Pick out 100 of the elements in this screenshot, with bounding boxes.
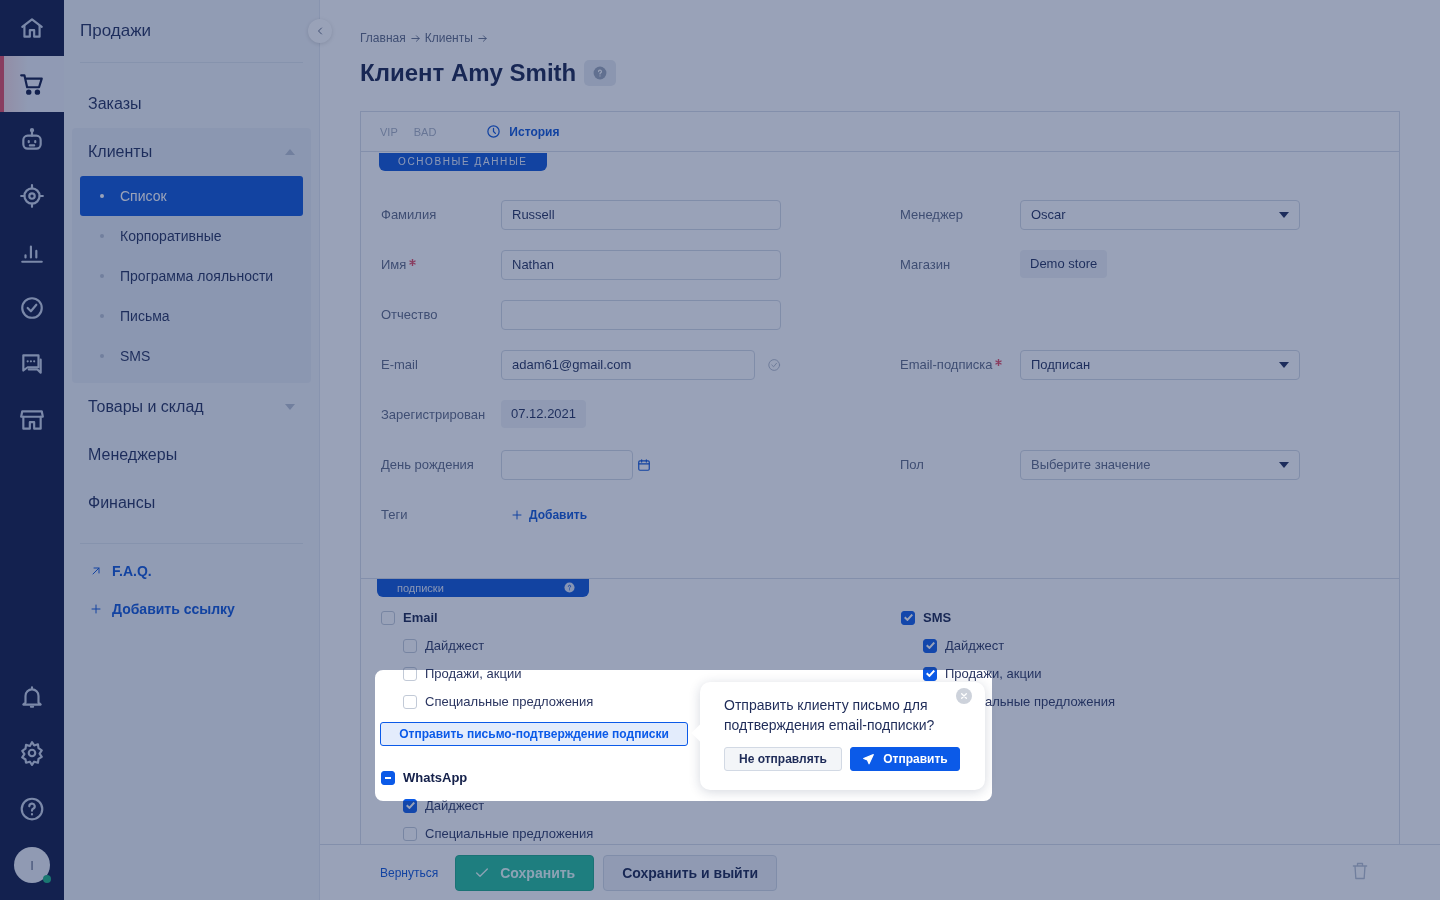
page-title: Клиент Amy Smith — [360, 58, 577, 88]
section-tab[interactable]: ОСНОВНЫЕ ДАННЫЕ — [379, 152, 547, 171]
checkbox-label: Продажи, акции — [945, 666, 1042, 681]
text-field[interactable]: Nathan — [501, 249, 781, 280]
field-label: Теги — [381, 505, 408, 524]
checkmark-icon — [925, 670, 935, 677]
checkmark-icon — [925, 642, 935, 649]
verified-check-icon — [766, 356, 781, 373]
section-tab[interactable]: подписки — [377, 578, 589, 597]
date-field[interactable] — [501, 449, 633, 480]
menu-item-label: Товары и склад — [88, 398, 204, 416]
clock-icon — [486, 124, 502, 139]
caret-down-icon — [1279, 461, 1289, 468]
help-icon — [593, 66, 608, 80]
field-label: Магазин — [900, 255, 951, 274]
checkmark-icon — [405, 802, 415, 809]
email-field[interactable]: adam61@gmail.com — [501, 349, 755, 380]
checkbox-label: WhatsApp — [403, 770, 468, 785]
bell-icon — [19, 684, 45, 710]
select-field[interactable]: Выберите значение — [1020, 449, 1300, 480]
field-label: E-mail — [381, 355, 418, 374]
field-label: Email-подписка — [900, 355, 993, 374]
checkbox-label: Продажи, акции — [425, 666, 522, 681]
checkmark-icon — [903, 614, 913, 621]
sidebar-link[interactable]: Добавить ссылку — [64, 590, 319, 628]
field-label: Имя — [381, 255, 407, 274]
robot-icon — [19, 127, 45, 153]
submenu-item[interactable]: Программа лояльности — [80, 256, 303, 296]
required-icon — [409, 258, 417, 266]
read-only-value: 07.12.2021 — [501, 399, 587, 428]
cancel-button[interactable]: Не отправлять — [724, 747, 842, 771]
popover-text: Отправить клиенту письмо для подтверждения email-подписки? — [724, 696, 936, 735]
calendar-icon — [637, 457, 651, 472]
menu-item[interactable]: Товары и склад — [64, 383, 319, 431]
send-icon — [862, 752, 876, 766]
submenu-item[interactable]: SMS — [80, 336, 303, 376]
caret-up-icon — [285, 149, 295, 155]
submenu-item[interactable]: Список — [80, 176, 303, 216]
menu-item-label: Добавить ссылку — [112, 601, 235, 617]
help-icon — [19, 796, 45, 822]
breadcrumb-link[interactable]: Клиенты — [424, 31, 473, 45]
breadcrumb-link[interactable]: Главная — [360, 31, 406, 45]
cart-nav-button[interactable] — [0, 56, 64, 112]
checkbox[interactable] — [901, 610, 915, 625]
checkbox[interactable] — [403, 798, 417, 813]
select-field[interactable]: Подписан — [1020, 349, 1300, 380]
field-label: Пол — [900, 455, 924, 474]
menu-item-label: Письма — [120, 308, 170, 324]
checkbox-label: Дайджест — [425, 798, 485, 813]
field-label: Зарегистрирован — [381, 405, 486, 424]
read-only-value: Demo store — [1020, 249, 1108, 278]
menu-item[interactable]: Клиенты — [72, 128, 311, 176]
field-label: Фамилия — [381, 205, 437, 224]
field-label: Отчество — [381, 305, 438, 324]
menu-item-label: SMS — [120, 348, 151, 364]
menu-item[interactable]: Заказы — [64, 80, 319, 128]
select-field[interactable]: Oscar — [1020, 199, 1300, 230]
send-button[interactable]: Отправить — [850, 747, 960, 771]
trash-icon — [1350, 861, 1370, 881]
required-icon — [995, 358, 1003, 366]
sidebar-title: Продажи — [80, 21, 151, 41]
arrow-right-icon — [476, 32, 488, 44]
sidebar-link[interactable]: F.A.Q. — [64, 552, 319, 590]
caret-down-icon — [1279, 361, 1289, 368]
checkbox[interactable] — [923, 638, 937, 653]
field-label: День рождения — [381, 455, 474, 474]
help-button[interactable] — [584, 60, 617, 86]
plus-icon — [511, 508, 523, 521]
help-icon — [564, 582, 575, 593]
checkbox-label: Специальные предложения — [425, 694, 594, 709]
checkbox-label: Email — [403, 610, 438, 625]
menu-item-label: Программа лояльности — [120, 268, 274, 284]
menu-item-label: Список — [120, 188, 167, 204]
checkbox-label: Дайджест — [425, 638, 485, 653]
submenu-item[interactable]: Письма — [80, 296, 303, 336]
store-icon — [19, 407, 45, 433]
text-field[interactable]: Russell — [501, 199, 781, 230]
checkbox-label: SMS — [923, 610, 952, 625]
settings-icon — [19, 740, 45, 766]
add-tag-button[interactable]: Добавить — [511, 499, 588, 530]
menu-item[interactable]: Менеджеры — [64, 431, 319, 479]
checkbox[interactable] — [923, 666, 937, 681]
send-confirmation-button[interactable]: Отправить письмо-подтверждение подписки — [380, 721, 688, 746]
save-and-exit-button[interactable]: Сохранить и выйти — [603, 854, 778, 891]
menu-item[interactable]: Финансы — [64, 479, 319, 527]
arrow-right-icon — [409, 32, 421, 44]
menu-item-label: F.A.Q. — [112, 563, 152, 579]
menu-item-label: Клиенты — [88, 143, 153, 161]
bullet-icon — [100, 194, 104, 198]
submenu-item[interactable]: Корпоративные — [80, 216, 303, 256]
target-icon — [19, 183, 45, 209]
history-link[interactable]: История — [486, 124, 560, 139]
checkbox-label: Дайджест — [945, 638, 1005, 653]
checkbox[interactable] — [381, 770, 395, 785]
home-icon — [19, 15, 45, 41]
plus-icon — [90, 603, 102, 615]
field-label: Менеджер — [900, 205, 964, 224]
text-field[interactable] — [501, 299, 781, 330]
back-link[interactable]: Вернуться — [380, 865, 439, 880]
check-circle-icon — [19, 295, 45, 321]
